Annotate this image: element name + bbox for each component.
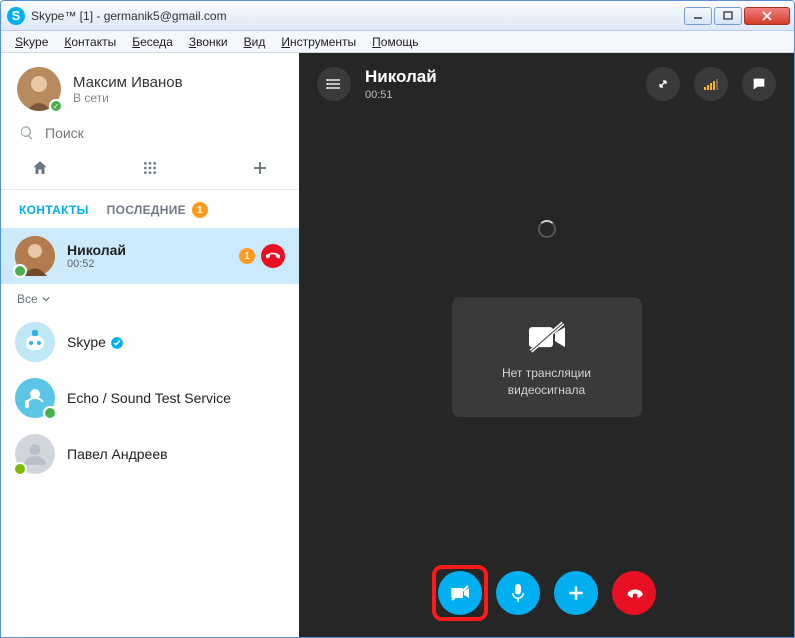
call-timer: 00:51 — [365, 89, 437, 101]
contact-row[interactable]: Echo / Sound Test Service — [1, 370, 299, 426]
presence-online-icon — [13, 264, 27, 278]
menu-skype[interactable]: Skype — [7, 33, 56, 51]
signal-button[interactable] — [694, 67, 728, 101]
call-controls — [438, 571, 656, 615]
camera-off-icon — [480, 321, 614, 353]
new-button[interactable] — [249, 157, 271, 179]
close-button[interactable] — [744, 7, 790, 25]
search-bar[interactable] — [1, 121, 299, 151]
menu-contacts[interactable]: Контакты — [56, 33, 124, 51]
menu-calls[interactable]: Звонки — [181, 33, 236, 51]
add-participant-button[interactable] — [554, 571, 598, 615]
recent-badge: 1 — [192, 202, 208, 218]
signal-icon — [704, 78, 718, 90]
hangup-button[interactable] — [612, 571, 656, 615]
contact-info: Павел Андреев — [67, 446, 168, 462]
call-name: Николай — [365, 67, 437, 87]
window-controls — [684, 7, 790, 25]
titlebar: S Skype™ [1] - germanik5@gmail.com — [1, 1, 794, 31]
contact-avatar-wrap — [15, 322, 55, 362]
contact-badge: 1 — [239, 248, 255, 264]
verified-icon — [110, 336, 124, 350]
loading-spinner-icon — [538, 220, 556, 238]
contact-row-active[interactable]: Николай 00:52 1 — [1, 228, 299, 284]
contact-row[interactable]: Skype — [1, 314, 299, 370]
presence-online-icon — [13, 462, 27, 476]
hangup-small-button[interactable] — [261, 244, 285, 268]
presence-online-icon — [43, 406, 57, 420]
chat-button[interactable] — [742, 67, 776, 101]
sidebar: ✓ Максим Иванов В сети — [1, 53, 299, 637]
fullscreen-button[interactable] — [646, 67, 680, 101]
search-icon — [19, 125, 35, 141]
minimize-button[interactable] — [684, 7, 712, 25]
call-panel: Николай 00:51 — [299, 53, 794, 637]
menu-conversation[interactable]: Беседа — [124, 33, 181, 51]
icon-row — [1, 151, 299, 190]
profile-status: В сети — [73, 91, 183, 105]
contact-info: Echo / Sound Test Service — [67, 390, 231, 406]
skype-bot-avatar — [15, 322, 55, 362]
contact-name: Николай — [67, 242, 126, 258]
contact-avatar-wrap — [15, 434, 55, 474]
contact-name: Echo / Sound Test Service — [67, 390, 231, 406]
call-menu-button[interactable] — [317, 67, 351, 101]
profile-text: Максим Иванов В сети — [73, 74, 183, 105]
menubar: Skype Контакты Беседа Звонки Вид Инструм… — [1, 31, 794, 53]
contact-avatar-wrap — [15, 378, 55, 418]
call-header: Николай 00:51 — [299, 53, 794, 115]
mute-button[interactable] — [496, 571, 540, 615]
tab-contacts[interactable]: КОНТАКТЫ — [19, 203, 89, 217]
search-input[interactable] — [45, 125, 281, 141]
filter-label: Все — [17, 292, 38, 306]
profile-section[interactable]: ✓ Максим Иванов В сети — [1, 53, 299, 121]
video-toggle-button[interactable] — [438, 571, 482, 615]
skype-logo-icon: S — [7, 7, 25, 25]
menu-help[interactable]: Помощь — [364, 33, 426, 51]
contact-row[interactable]: Павел Андреев — [1, 426, 299, 482]
contact-info: Николай 00:52 — [67, 242, 126, 270]
maximize-button[interactable] — [714, 7, 742, 25]
tab-recent-label: ПОСЛЕДНИЕ — [107, 203, 186, 217]
contact-right: 1 — [239, 244, 285, 268]
app-window: S Skype™ [1] - germanik5@gmail.com Skype… — [0, 0, 795, 638]
contact-info: Skype — [67, 334, 124, 350]
no-video-message: Нет трансляциивидеосигнала — [480, 365, 614, 399]
contact-name: Павел Андреев — [67, 446, 168, 462]
menu-view[interactable]: Вид — [236, 33, 274, 51]
contact-avatar-wrap — [15, 236, 55, 276]
contact-timer: 00:52 — [67, 258, 126, 270]
home-button[interactable] — [29, 157, 51, 179]
video-toggle-wrap — [438, 571, 482, 615]
list-tabs: КОНТАКТЫ ПОСЛЕДНИЕ 1 — [1, 190, 299, 228]
tab-recent[interactable]: ПОСЛЕДНИЕ 1 — [107, 202, 208, 218]
contact-name: Skype — [67, 334, 124, 350]
tab-contacts-label: КОНТАКТЫ — [19, 203, 89, 217]
main-area: ✓ Максим Иванов В сети — [1, 53, 794, 637]
window-title: Skype™ [1] - germanik5@gmail.com — [31, 9, 684, 23]
call-title-block: Николай 00:51 — [365, 67, 437, 101]
profile-avatar-wrap: ✓ — [17, 67, 61, 111]
presence-online-icon: ✓ — [49, 99, 63, 113]
chevron-down-icon — [42, 295, 50, 303]
filter-dropdown[interactable]: Все — [1, 284, 299, 314]
no-video-overlay: Нет трансляциивидеосигнала — [452, 297, 642, 417]
profile-name: Максим Иванов — [73, 74, 183, 91]
menu-tools[interactable]: Инструменты — [273, 33, 364, 51]
dialpad-button[interactable] — [139, 157, 161, 179]
